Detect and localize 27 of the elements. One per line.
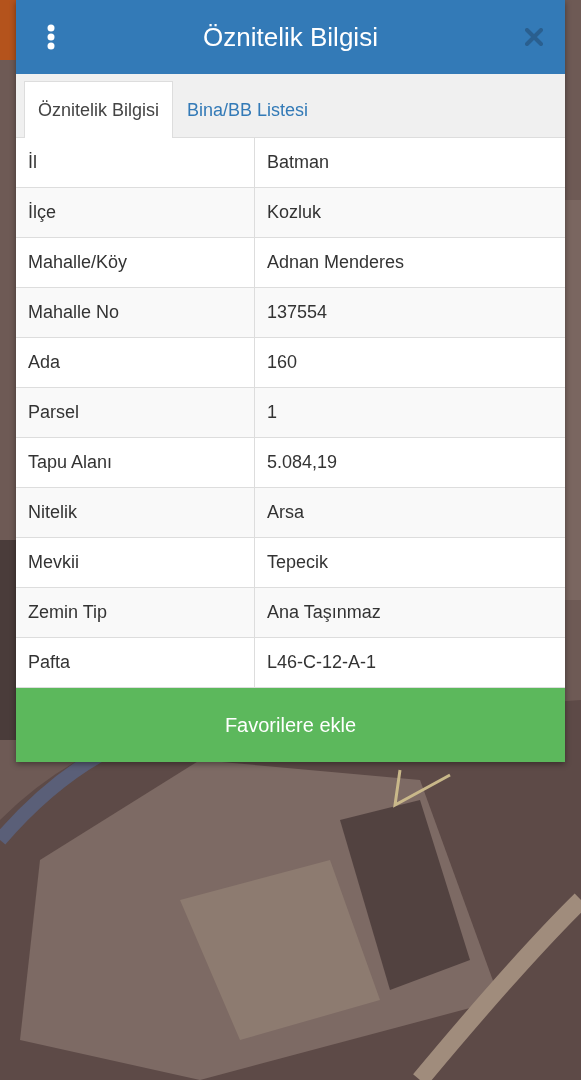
field-label: Nitelik (27, 501, 78, 524)
field-label: Mahalle/Köy (27, 251, 129, 274)
field-value: Adnan Menderes (254, 238, 565, 287)
field-value: Batman (254, 138, 565, 187)
field-label: Mevkii (27, 551, 80, 574)
field-value: 137554 (254, 288, 565, 337)
field-label: Parsel (27, 401, 81, 424)
add-favorites-button[interactable]: Favorilere ekle (16, 688, 565, 762)
tab[interactable]: Öznitelik Bilgisi (24, 81, 174, 138)
dialog-title: Öznitelik Bilgisi (203, 21, 378, 53)
field-value: 160 (254, 338, 565, 387)
field-value: Ana Taşınmaz (254, 588, 565, 637)
field-label: Tapu Alanı (27, 451, 114, 474)
field-label: Ada (27, 351, 62, 374)
field-label: İl (27, 151, 38, 174)
field-value: Arsa (254, 488, 565, 537)
field-value: 1 (254, 388, 565, 437)
menu-icon[interactable] (45, 24, 57, 50)
field-value: 5.084,19 (254, 438, 565, 487)
field-label: İlçe (27, 201, 57, 224)
field-label: Zemin Tip (27, 601, 109, 624)
field-value: Tepecik (254, 538, 565, 587)
tab[interactable]: Bina/BB Listesi (173, 81, 323, 138)
field-label: Mahalle No (27, 301, 121, 324)
field-value: Kozluk (254, 188, 565, 237)
field-label: Pafta (27, 651, 72, 674)
field-value: L46-C-12-A-1 (254, 638, 565, 687)
